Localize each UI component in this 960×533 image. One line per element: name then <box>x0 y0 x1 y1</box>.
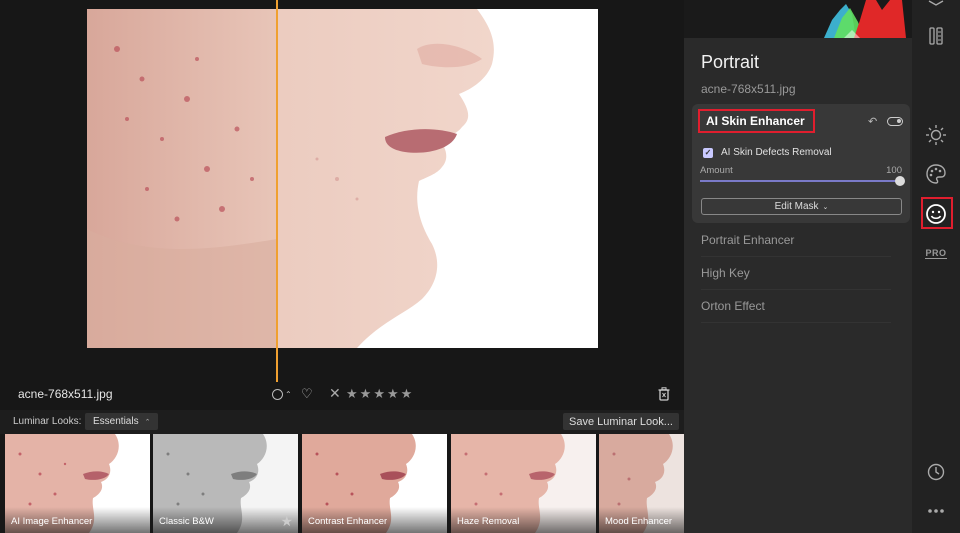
tool-list: Portrait Enhancer High Key Orton Effect <box>701 224 891 323</box>
edit-mask-button[interactable]: Edit Mask ⌄ <box>701 198 902 215</box>
look-thumbnail[interactable]: Classic B&W ★ <box>153 434 298 533</box>
chevron-down-icon: ⌄ <box>822 203 829 211</box>
creative-palette-icon[interactable] <box>912 163 960 185</box>
reject-x-icon[interactable]: ✕ <box>329 385 341 402</box>
chevron-up-icon: ⌃ <box>144 418 151 426</box>
amount-value: 100 <box>886 165 902 176</box>
star-icon[interactable]: ★ <box>360 386 372 402</box>
look-thumbnail-label: Classic B&W <box>159 516 214 527</box>
image-filename: acne-768x511.jpg <box>18 387 113 401</box>
looks-label: Luminar Looks: <box>13 416 82 427</box>
look-thumbnail-label: Haze Removal <box>457 516 520 527</box>
star-icon[interactable]: ★ <box>346 386 358 402</box>
app-window: acne-768x511.jpg ⌃ ♡ ✕ ★ ★ ★ ★ ★ Luminar… <box>0 0 960 533</box>
panel-subtitle: acne-768x511.jpg <box>701 82 796 96</box>
save-look-button[interactable]: Save Luminar Look... <box>563 413 679 430</box>
star-icon[interactable]: ★ <box>401 386 413 402</box>
looks-collection-select[interactable]: Essentials ⌃ <box>85 413 159 430</box>
histogram <box>684 0 912 38</box>
layers-icon[interactable] <box>912 0 960 10</box>
looks-collection-value: Essentials <box>93 416 139 427</box>
look-thumbnail[interactable]: Haze Removal <box>451 434 596 533</box>
undo-icon[interactable]: ↶ <box>868 115 877 128</box>
checkbox[interactable]: ✓ <box>703 147 713 158</box>
tool-item-portrait-enhancer[interactable]: Portrait Enhancer <box>701 224 891 257</box>
panel-title: Portrait <box>701 52 760 72</box>
portrait-face-icon[interactable] <box>912 202 960 226</box>
edit-panel: Portrait acne-768x511.jpg AI Skin Enhanc… <box>684 0 912 533</box>
look-thumbnail-label: Mood Enhancer <box>605 516 673 527</box>
skin-defects-checkbox-row[interactable]: ✓ AI Skin Defects Removal <box>703 147 832 158</box>
ai-skin-enhancer-card: AI Skin Enhancer ↶ ✓ AI Skin Defects Rem… <box>692 104 910 223</box>
tool-item-orton-effect[interactable]: Orton Effect <box>701 290 891 323</box>
amount-slider-track[interactable] <box>700 180 900 182</box>
looks-thumbnail-strip: AI Image Enhancer Classic B&W ★ Contrast… <box>0 434 684 533</box>
tool-item-high-key[interactable]: High Key <box>701 257 891 290</box>
caret-up-icon: ⌃ <box>285 390 292 399</box>
compare-circle-icon <box>272 389 283 400</box>
look-thumbnail[interactable]: AI Image Enhancer <box>5 434 150 533</box>
before-after-divider[interactable] <box>276 0 278 382</box>
image-canvas[interactable]: acne-768x511.jpg ⌃ ♡ ✕ ★ ★ ★ ★ ★ <box>0 0 684 410</box>
pro-label: PRO <box>925 247 947 259</box>
compare-toggle[interactable]: ⌃ <box>272 389 292 400</box>
more-options-icon[interactable] <box>912 506 960 516</box>
tool-category-rail: PRO <box>912 0 960 533</box>
pro-tools-icon[interactable]: PRO <box>912 246 960 260</box>
look-thumbnail-label: AI Image Enhancer <box>11 516 93 527</box>
star-icon[interactable]: ★ <box>373 386 385 402</box>
canvas-tools-icon[interactable] <box>912 26 960 46</box>
edit-mask-label: Edit Mask <box>774 201 819 212</box>
amount-label: Amount <box>700 165 733 176</box>
looks-toolbar: Luminar Looks: Essentials ⌃ Save Luminar… <box>0 410 684 434</box>
favorite-star-icon[interactable]: ★ <box>280 513 293 530</box>
tool-title[interactable]: AI Skin Enhancer <box>698 109 815 133</box>
look-thumbnail[interactable]: Contrast Enhancer <box>302 434 447 533</box>
photo-preview[interactable] <box>87 9 598 348</box>
essentials-sun-icon[interactable] <box>912 124 960 146</box>
history-clock-icon[interactable] <box>912 462 960 482</box>
checkbox-label: AI Skin Defects Removal <box>721 147 832 158</box>
amount-slider-thumb[interactable] <box>895 176 905 186</box>
trash-icon[interactable] <box>658 387 670 401</box>
star-icon[interactable]: ★ <box>387 386 399 402</box>
tool-toggle[interactable] <box>887 117 903 126</box>
look-thumbnail[interactable]: Mood Enhancer <box>599 434 684 533</box>
star-rating[interactable]: ★ ★ ★ ★ ★ <box>346 386 412 402</box>
heart-icon[interactable]: ♡ <box>301 386 313 402</box>
look-thumbnail-label: Contrast Enhancer <box>308 516 388 527</box>
